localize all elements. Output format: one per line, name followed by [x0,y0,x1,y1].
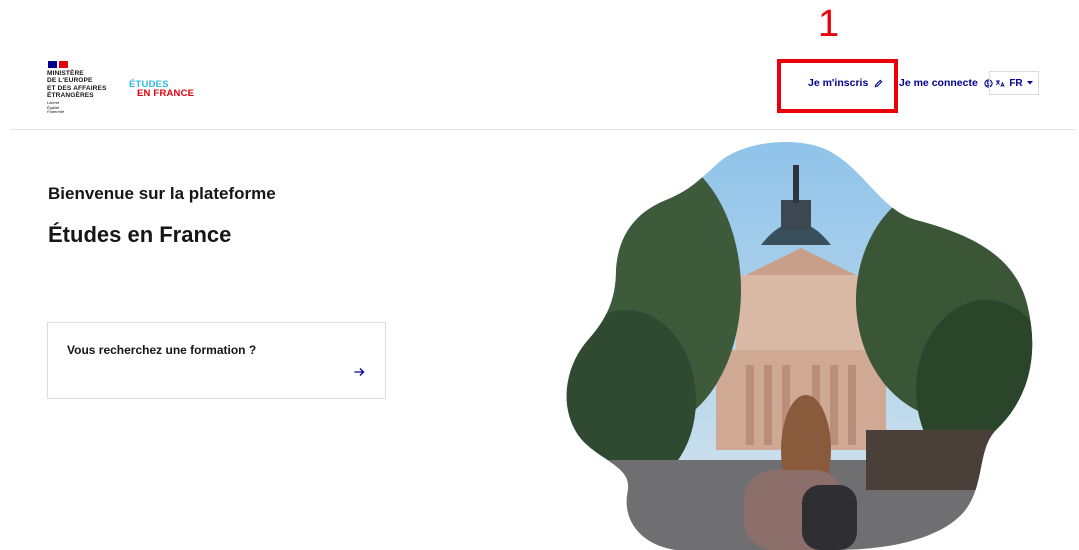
ministry-line: DE L'EUROPE [47,77,93,85]
language-selector[interactable]: FR [989,71,1039,95]
ministry-logo[interactable]: MINISTÈRE DE L'EUROPE ET DES AFFAIRES ÉT… [47,70,117,100]
site-header: MINISTÈRE DE L'EUROPE ET DES AFFAIRES ÉT… [0,0,1079,130]
ministry-line: MINISTÈRE [47,70,84,77]
welcome-heading: Bienvenue sur la plateforme [48,184,276,203]
login-link[interactable]: Je me connecte [899,77,993,89]
annotation-number: 1 [818,3,840,45]
etudes-en-france-logo-bottom[interactable]: EN FRANCE [137,89,194,99]
translate-icon [995,79,1005,88]
republic-motto: Liberté Égalité Fraternité [47,100,65,115]
annotation-highlight-box [777,59,898,113]
hero-sorbonne-photo [566,142,1033,550]
arrow-right-icon [354,367,365,377]
search-formation-title: Vous recherchez une formation ? [67,343,257,357]
login-label: Je me connecte [899,77,978,89]
search-formation-card[interactable]: Vous recherchez une formation ? [47,322,386,399]
language-label: FR [1009,77,1023,89]
motto-line: Fraternité [47,109,65,115]
ministry-line: ÉTRANGÈRES [47,92,94,100]
header-divider [10,129,1076,130]
republic-flag-icon [48,61,68,68]
chevron-down-icon [1026,81,1033,85]
page-title: Études en France [48,222,232,247]
